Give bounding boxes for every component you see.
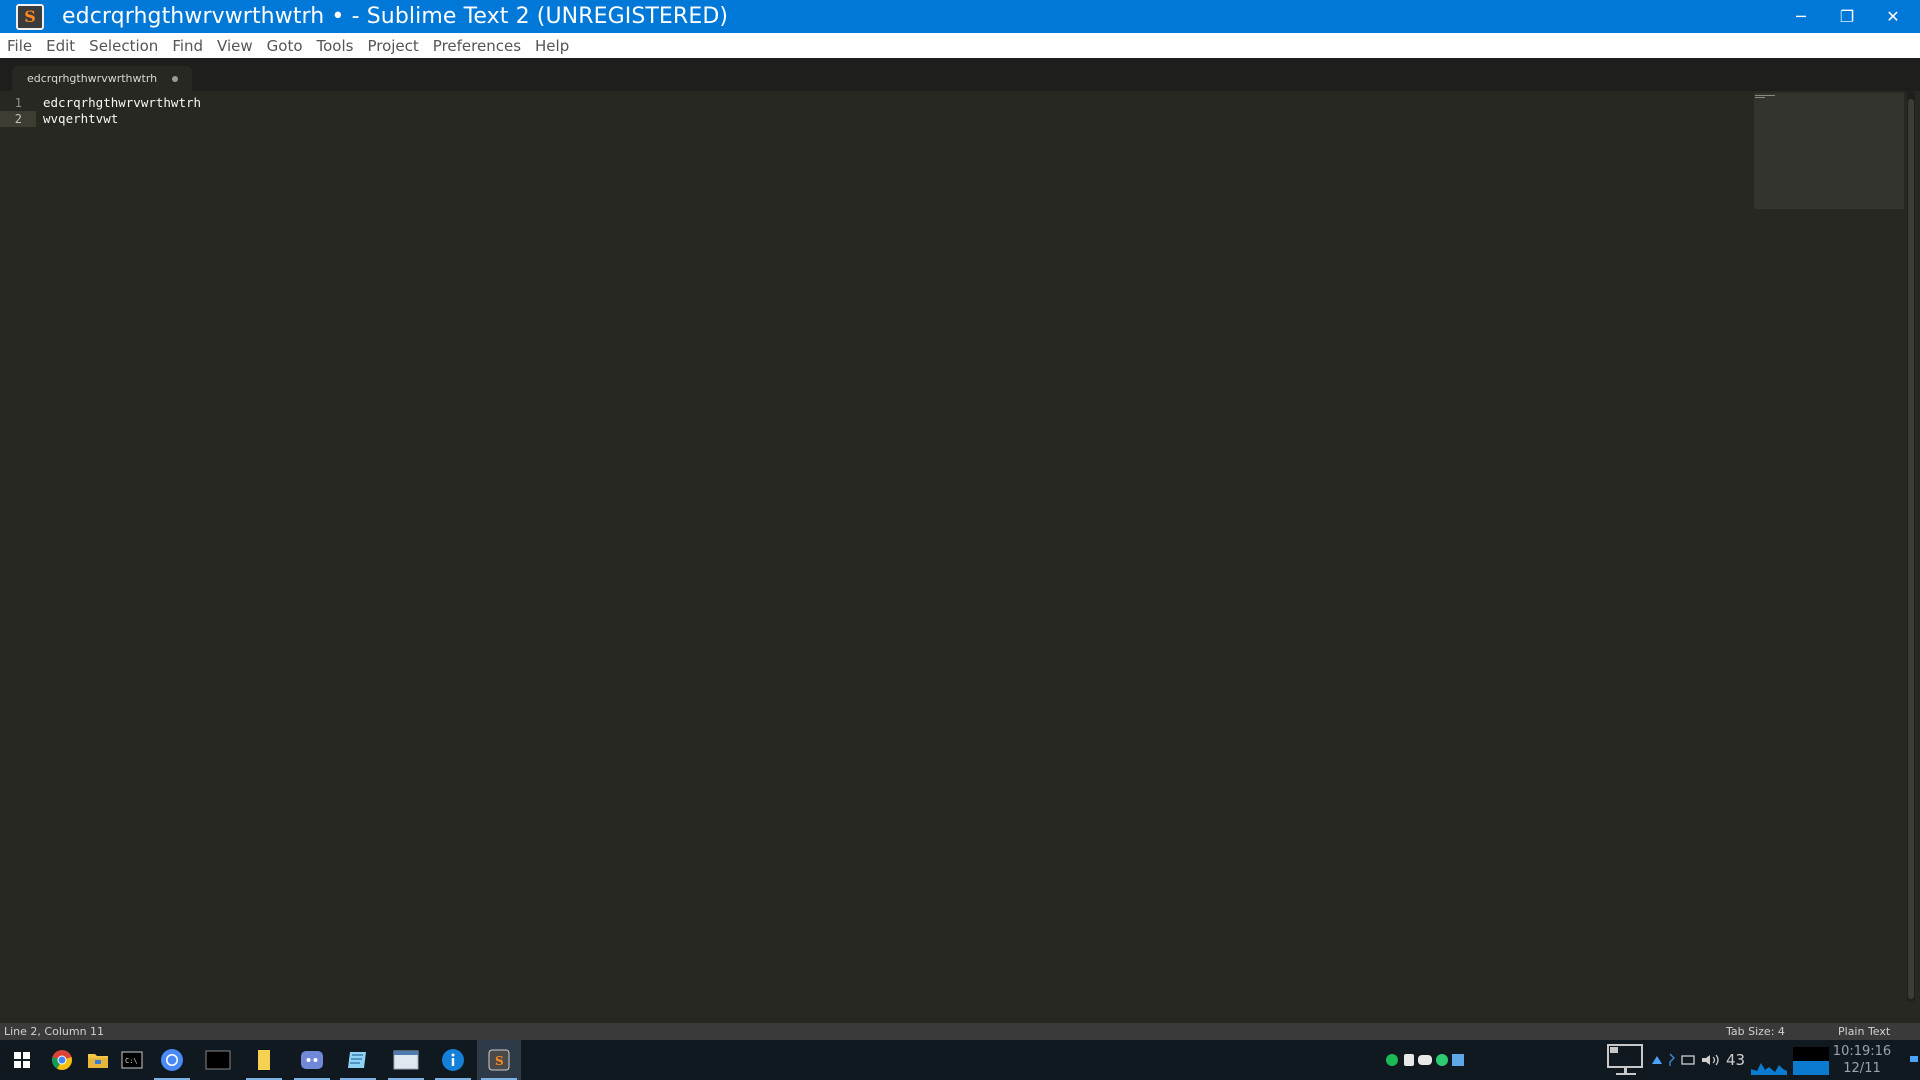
- start-icon[interactable]: [0, 1040, 44, 1080]
- minimize-button[interactable]: ─: [1778, 0, 1824, 33]
- line-number-gutter: 1 2: [0, 95, 36, 127]
- syntax-selector[interactable]: Plain Text: [1838, 1025, 1890, 1038]
- menu-tools[interactable]: Tools: [310, 37, 361, 55]
- chromium-icon[interactable]: [150, 1040, 194, 1080]
- sublime-text-icon[interactable]: S: [477, 1040, 521, 1080]
- scroll-thumb[interactable]: [1908, 99, 1914, 999]
- line-number: 1: [14, 96, 22, 110]
- tab-size-selector[interactable]: Tab Size: 4: [1726, 1025, 1785, 1038]
- tab-bar: edcrqrhgthwrvwrthwtrh: [0, 58, 1920, 91]
- minimap[interactable]: [1754, 93, 1904, 209]
- tray-apps: [1384, 1040, 1466, 1080]
- line-number-active: 2: [0, 111, 36, 127]
- window-controls: ─ ❐ ✕: [1778, 0, 1920, 33]
- vertical-scrollbar[interactable]: [1907, 91, 1915, 1001]
- tray-app-icons[interactable]: [1384, 1052, 1466, 1068]
- network-monitor-icon[interactable]: [1606, 1043, 1646, 1077]
- tab-label: edcrqrhgthwrvwrthwtrh: [27, 72, 158, 85]
- sublime-text-app-icon[interactable]: S: [16, 3, 44, 30]
- taskbar: C:\ S 43 10:19:16 12/11: [0, 1040, 1920, 1080]
- console-icon[interactable]: [196, 1040, 240, 1080]
- svg-text:S: S: [495, 1054, 504, 1068]
- editor-icon[interactable]: [336, 1040, 380, 1080]
- menu-view[interactable]: View: [210, 37, 260, 55]
- editor-area[interactable]: 1 2 edcrqrhgthwrvwrthwtrh wvqerhtvwt: [0, 91, 1920, 1023]
- tab-file[interactable]: edcrqrhgthwrvwrthwtrh: [12, 66, 192, 91]
- modified-dot-icon[interactable]: [172, 76, 178, 82]
- status-bar: Line 2, Column 11 Tab Size: 4 Plain Text: [0, 1023, 1920, 1040]
- notes-icon[interactable]: [242, 1040, 286, 1080]
- menu-find[interactable]: Find: [165, 37, 210, 55]
- menu-project[interactable]: Project: [360, 37, 425, 55]
- resource-graph-icon[interactable]: [1751, 1045, 1830, 1075]
- code-line[interactable]: edcrqrhgthwrvwrthwtrh: [43, 95, 201, 111]
- code-text[interactable]: edcrqrhgthwrvwrthwtrh wvqerhtvwt: [43, 95, 201, 127]
- system-tray: 43: [1606, 1040, 1830, 1080]
- code-line[interactable]: wvqerhtvwt: [43, 111, 201, 127]
- menu-file[interactable]: File: [0, 37, 39, 55]
- info-icon[interactable]: [431, 1040, 475, 1080]
- menu-selection[interactable]: Selection: [82, 37, 165, 55]
- window-title: edcrqrhgthwrvwrthwtrh • - Sublime Text 2…: [62, 4, 729, 29]
- svg-text:C:\: C:\: [125, 1057, 138, 1065]
- minimap-line: [1755, 95, 1775, 96]
- window-icon[interactable]: [384, 1040, 428, 1080]
- restore-button[interactable]: ❐: [1824, 0, 1870, 33]
- clock-time: 10:19:16: [1832, 1044, 1892, 1059]
- menu-preferences[interactable]: Preferences: [426, 37, 528, 55]
- close-button[interactable]: ✕: [1870, 0, 1916, 33]
- menu-bar: File Edit Selection Find View Goto Tools…: [0, 33, 1920, 58]
- menu-goto[interactable]: Goto: [260, 37, 310, 55]
- discord-icon[interactable]: [290, 1040, 334, 1080]
- tray-volume-level: 43: [1726, 1051, 1746, 1069]
- terminal-icon[interactable]: C:\: [110, 1040, 154, 1080]
- minimap-line: [1755, 97, 1765, 98]
- title-bar: S edcrqrhgthwrvwrthwtrh • - Sublime Text…: [0, 0, 1920, 33]
- clock-date: 12/11: [1843, 1061, 1881, 1076]
- show-desktop-button[interactable]: [1910, 1056, 1918, 1062]
- menu-edit[interactable]: Edit: [39, 37, 82, 55]
- menu-help[interactable]: Help: [528, 37, 576, 55]
- cursor-position: Line 2, Column 11: [4, 1025, 105, 1038]
- tray-status-icons[interactable]: [1650, 1052, 1724, 1068]
- taskbar-clock[interactable]: 10:19:16 12/11: [1830, 1043, 1894, 1077]
